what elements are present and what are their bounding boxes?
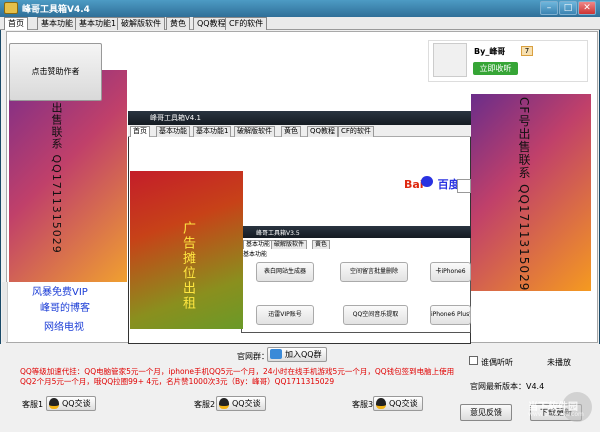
service-2-label: 客服2: [194, 400, 216, 409]
nested-button-iphone6: 卡iPhone6: [430, 262, 471, 282]
link-storm-vip[interactable]: 风暴免费VIP: [32, 283, 88, 298]
tab-cracked-software[interactable]: 破解版软件: [117, 17, 165, 30]
web-view-scrollbar[interactable]: [2, 282, 8, 342]
minimize-button[interactable]: –: [540, 1, 558, 15]
latest-version-label: 官网最新版本：V4.4: [470, 382, 545, 391]
inner-tab-qq-tutorial: QQ教程: [307, 126, 339, 137]
ad-left-text: 号出售联系 QQ1711315029: [50, 90, 63, 254]
qq-group-icon: [270, 349, 282, 359]
nested-button-xunlei-vip: 迅雷VIP账号: [256, 305, 314, 325]
nested-button-qzone-music: QQ空间音乐提取: [343, 305, 408, 325]
inner-tab-cracked: 破解版软件: [234, 126, 275, 137]
ad-right-text: CF号出售联系 QQ1711315029: [517, 97, 531, 292]
qq-penguin-icon: [376, 398, 386, 409]
watermark-url: www.downxia.com: [528, 411, 584, 418]
nested-button-iphone6-plus: iPhone6 Plus完间发布: [430, 305, 471, 325]
tab-yellow[interactable]: 黄色: [166, 17, 190, 30]
baidu-paw-icon: [421, 176, 433, 187]
inner-window-title: 峰哥工具箱V4.1: [150, 114, 201, 122]
inner-tab-basic: 基本功能: [156, 126, 190, 137]
nested-button-confession: 表白网站生成器: [256, 262, 314, 282]
link-web-tv[interactable]: 网络电视: [44, 318, 84, 333]
qq-penguin-icon: [219, 398, 229, 409]
nested-tab-basic: 基本功能: [243, 240, 274, 249]
link-blog[interactable]: 峰哥的博客: [40, 299, 90, 314]
tab-basic-1[interactable]: 基本功能1: [75, 17, 121, 30]
app-icon: [4, 2, 18, 14]
inner-tab-cf: CF的软件: [338, 126, 374, 137]
title-bar[interactable]: [0, 0, 600, 17]
tab-home[interactable]: 首页: [4, 17, 28, 30]
close-button[interactable]: ✕: [578, 1, 596, 15]
music-status: 未播放: [547, 358, 571, 367]
nested-tab-cracked: 破解版软件: [271, 240, 308, 249]
window-title: 峰哥工具箱V4.4: [22, 5, 90, 15]
music-checkbox[interactable]: [469, 356, 478, 365]
nested-window-title: 峰哥工具箱V3.5: [256, 230, 300, 237]
nested-button-delete-comments: 空间留言批量删除: [340, 262, 408, 282]
inner-tab-yellow: 黄色: [281, 126, 301, 137]
inner-tab-home: 首页: [130, 126, 150, 137]
avatar[interactable]: [433, 43, 467, 77]
service-3-label: 客服3: [352, 400, 374, 409]
qq-card-name[interactable]: By_峰哥: [474, 46, 505, 57]
promo-text-line-2: QQ2个月5元一个月，哦QQ拉圈99+ 4元，名片赞1000次3元（By：峰哥）…: [20, 377, 335, 386]
sponsor-author-button[interactable]: 点击赞助作者: [9, 43, 102, 101]
tab-basic[interactable]: 基本功能: [37, 17, 77, 30]
service-1-label: 客服1: [22, 400, 44, 409]
ad-middle-text: 广告摊位出租: [180, 221, 195, 311]
baidu-search-input: [457, 179, 471, 193]
ad-banner-left[interactable]: [9, 70, 127, 282]
listen-now-button[interactable]: 立即收听: [473, 62, 518, 75]
nested-tab-yellow: 黄色: [312, 240, 331, 249]
qq-card-badge: 7: [521, 46, 533, 56]
music-checkbox-label: 谁偶听听: [481, 358, 513, 367]
maximize-button[interactable]: □: [559, 1, 577, 15]
tab-cf-software[interactable]: CF的软件: [225, 17, 268, 30]
feedback-button[interactable]: 意见反馈: [460, 404, 512, 421]
inner-tab-basic-1: 基本功能1: [193, 126, 232, 137]
nested-group-label: 基本功能: [243, 251, 268, 258]
qq-penguin-icon: [49, 398, 59, 409]
qq-group-label: 官网群：: [237, 352, 269, 361]
